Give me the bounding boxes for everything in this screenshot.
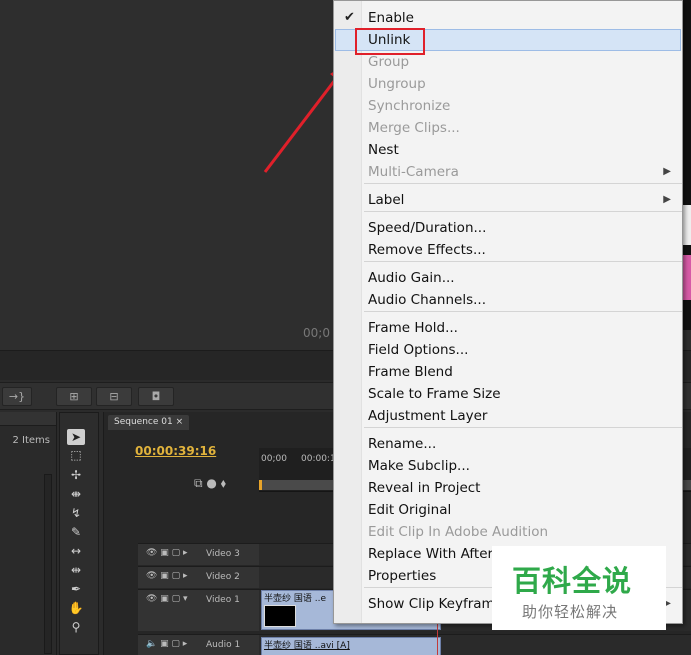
menu-item-audio-channels[interactable]: Audio Channels... [335,289,681,311]
menu-item-field-options[interactable]: Field Options... [335,339,681,361]
watermark-title: 百科全说 [512,564,633,598]
menu-item-merge-clips: Merge Clips... [335,117,681,139]
camera-icon[interactable]: ◘ [138,387,174,406]
ripple-edit-tool-icon[interactable]: ✢ [67,467,85,483]
menu-separator [364,261,682,262]
hand-tool-icon[interactable]: ✋ [67,600,85,616]
ruler-label: 00;00 [261,454,287,464]
clip-thumbnail [264,605,296,627]
tools-panel: ➤ ⬚ ✢ ⇼ ↯ ✎ ↔ ⇹ ✒ ✋ ⚲ [59,412,99,655]
menu-item-label: Enable [368,10,414,26]
menu-item-label: Synchronize [368,98,451,114]
menu-item-reveal-in-project[interactable]: Reveal in Project [335,477,681,499]
program-timecode: 00;0 [303,326,330,340]
sequence-tab[interactable]: Sequence 01 × [108,415,190,430]
menu-item-audio-gain[interactable]: Audio Gain... [335,267,681,289]
menu-item-label[interactable]: Label ▶ [335,189,681,211]
trim-out-button[interactable]: →} [2,387,32,406]
menu-item-nest[interactable]: Nest [335,139,681,161]
menu-item-label: Make Subclip... [368,458,470,474]
watermark-subtitle: 助你轻松解决 [522,603,619,621]
menu-item-label: Merge Clips... [368,120,460,136]
menu-item-label: Ungroup [368,76,426,92]
extract-button[interactable]: ⊟ [96,387,132,406]
menu-item-scale-to-frame-size[interactable]: Scale to Frame Size [335,383,681,405]
menu-item-frame-hold[interactable]: Frame Hold... [335,317,681,339]
lift-button[interactable]: ⊞ [56,387,92,406]
menu-item-label: Field Options... [368,342,469,358]
menu-item-adjustment-layer[interactable]: Adjustment Layer [335,405,681,427]
annotation-highlight-box [355,28,425,55]
menu-separator [364,427,682,428]
slip-tool-icon[interactable]: ↔ [67,543,85,559]
menu-item-enable[interactable]: ✔ Enable [335,7,681,29]
selection-tool-icon[interactable]: ➤ [67,429,85,445]
submenu-arrow-icon: ▶ [663,166,671,177]
menu-separator [364,211,682,212]
menu-item-make-subclip[interactable]: Make Subclip... [335,455,681,477]
menu-item-synchronize: Synchronize [335,95,681,117]
menu-item-label: Scale to Frame Size [368,386,501,402]
menu-item-label: Properties [368,568,437,584]
menu-item-label: Show Clip Keyframe [368,596,504,612]
menu-item-label: Label [368,192,405,208]
menu-item-label: Edit Clip In Adobe Audition [368,524,549,540]
menu-item-frame-blend[interactable]: Frame Blend [335,361,681,383]
speaker-icon[interactable]: 🔈 ▣ ▢ ▸ [146,639,187,649]
timeline-snap-icons[interactable]: ⧉ ● ⬧ [194,476,226,491]
menu-item-label: Edit Original [368,502,452,518]
menu-item-label: Frame Blend [368,364,453,380]
eye-icon[interactable]: 👁 ▣ ▢ ▾ [146,594,188,604]
watermark: 百科全说 助你轻松解决 [492,546,666,630]
menu-item-edit-clip-in-adobe-audition: Edit Clip In Adobe Audition [335,521,681,543]
menu-item-label: Group [368,54,410,70]
audio-clip[interactable]: 半壶纱 国语 ..avi [A] [261,637,441,655]
project-scrollbar[interactable] [44,474,52,654]
menu-item-ungroup: Ungroup [335,73,681,95]
eye-icon[interactable]: 👁 ▣ ▢ ▸ [146,571,188,581]
zoom-tool-icon[interactable]: ⚲ [67,619,85,635]
menu-item-edit-original[interactable]: Edit Original [335,499,681,521]
menu-item-label: Adjustment Layer [368,408,488,424]
menu-item-speed-duration[interactable]: Speed/Duration... [335,217,681,239]
menu-separator [364,311,682,312]
menu-item-rename[interactable]: Rename... [335,433,681,455]
menu-item-label: Multi-Camera [368,164,459,180]
track-header-video3[interactable]: 👁 ▣ ▢ ▸ Video 3 [138,543,259,565]
slide-tool-icon[interactable]: ⇹ [67,562,85,578]
submenu-arrow-icon: ▶ [663,194,671,205]
menu-item-label: Nest [368,142,399,158]
menu-item-label: Rename... [368,436,437,452]
menu-item-label: Replace With After [368,546,494,562]
timeline-timecode[interactable]: 00:00:39:16 [135,444,216,458]
razor-tool-icon[interactable]: ✎ [67,524,85,540]
ruler-label: 00:00:1 [301,454,336,464]
rate-stretch-tool-icon[interactable]: ↯ [67,505,85,521]
menu-item-label: Reveal in Project [368,480,481,496]
menu-item-label: Audio Channels... [368,292,486,308]
track-select-tool-icon[interactable]: ⬚ [67,447,85,463]
premiere-window: 00;0 →} ⊞ ⊟ ◘ 2 Items ➤ ⬚ ✢ ⇼ ↯ ✎ ↔ ⇹ ✒ … [0,0,691,655]
menu-item-label: Remove Effects... [368,242,486,258]
menu-separator [364,183,682,184]
menu-item-remove-effects[interactable]: Remove Effects... [335,239,681,261]
menu-item-label: Speed/Duration... [368,220,487,236]
menu-item-label: Audio Gain... [368,270,455,286]
track-header-video2[interactable]: 👁 ▣ ▢ ▸ Video 2 [138,566,259,588]
context-menu: ✔ Enable Unlink Group Ungroup Synchronize Merg… [333,0,683,624]
checkmark-icon: ✔ [344,10,355,25]
menu-item-multi-camera: Multi-Camera ▶ [335,161,681,183]
pen-tool-icon[interactable]: ✒ [67,581,85,597]
menu-item-label: Frame Hold... [368,320,458,336]
eye-icon[interactable]: 👁 ▣ ▢ ▸ [146,548,188,558]
track-header-audio1[interactable]: 🔈 ▣ ▢ ▸ Audio 1 [138,634,259,655]
rolling-edit-tool-icon[interactable]: ⇼ [67,486,85,502]
track-area-audio1[interactable]: 半壶纱 国语 ..avi [A] [259,634,691,655]
track-header-video1[interactable]: 👁 ▣ ▢ ▾ Video 1 [138,589,259,631]
project-panel-header [0,412,56,426]
project-panel: 2 Items [0,412,57,655]
project-item-count: 2 Items [12,435,50,446]
